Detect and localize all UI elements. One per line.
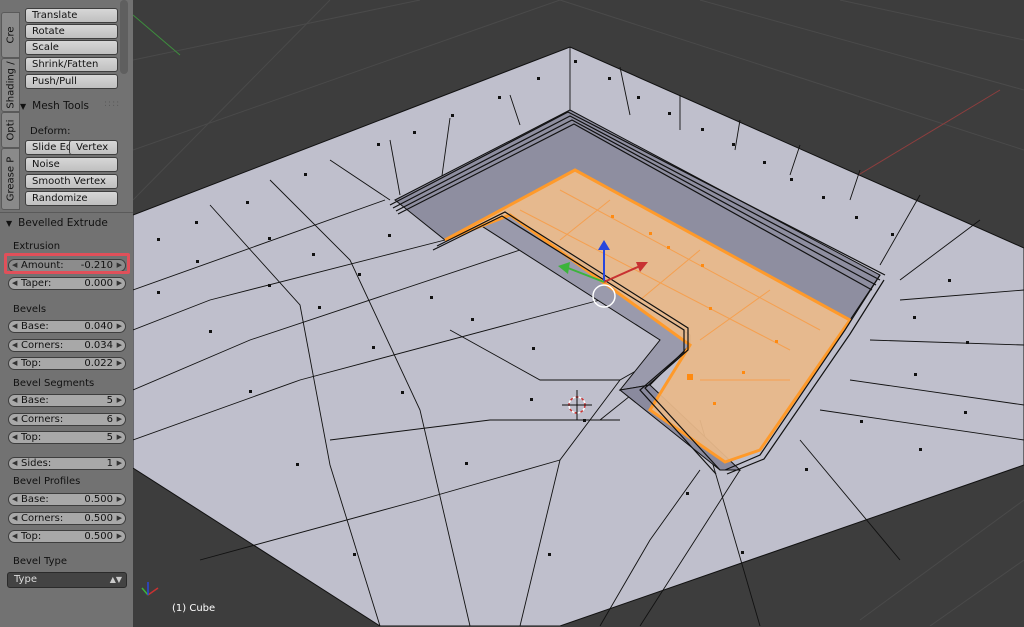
tab-create[interactable]: Cre — [1, 12, 20, 58]
taper-field[interactable]: ◀ Taper: 0.000 ▶ — [8, 277, 126, 290]
tab-options[interactable]: Opti — [1, 112, 20, 148]
vertex-slide-button[interactable]: Vertex — [69, 140, 118, 155]
decrement-arrow-icon[interactable]: ◀ — [12, 432, 17, 443]
bevel-base-label: Base: — [21, 321, 49, 332]
segments-top-label: Top: — [21, 432, 42, 443]
increment-arrow-icon[interactable]: ▶ — [117, 358, 122, 369]
decrement-arrow-icon[interactable]: ◀ — [12, 513, 17, 524]
tab-grease-pencil[interactable]: Grease P — [1, 148, 20, 210]
bevel-profiles-label: Bevel Profiles — [13, 476, 81, 487]
bevel-type-dropdown[interactable]: Type ▲▼ — [7, 572, 127, 588]
profile-top-field[interactable]: ◀ Top: 0.500 ▶ — [8, 530, 126, 543]
noise-button[interactable]: Noise — [25, 157, 118, 172]
profile-base-field[interactable]: ◀ Base: 0.500 ▶ — [8, 493, 126, 506]
profile-corners-field[interactable]: ◀ Corners: 0.500 ▶ — [8, 512, 126, 525]
decrement-arrow-icon[interactable]: ◀ — [12, 278, 17, 289]
3d-viewport[interactable] — [133, 0, 1024, 626]
collapse-triangle-icon: ▼ — [20, 102, 27, 111]
decrement-arrow-icon[interactable]: ◀ — [12, 395, 17, 406]
profile-base-label: Base: — [21, 494, 49, 505]
profile-base-value: 0.500 — [84, 494, 113, 505]
shrink-fatten-button[interactable]: Shrink/Fatten — [25, 57, 118, 72]
segments-top-field[interactable]: ◀ Top: 5 ▶ — [8, 431, 126, 444]
randomize-button[interactable]: Randomize — [25, 191, 118, 206]
deform-label: Deform: — [30, 126, 71, 137]
segments-corners-label: Corners: — [21, 414, 64, 425]
tool-tabs: Cre Shading / Opti Grease P — [0, 0, 20, 212]
segments-base-label: Base: — [21, 395, 49, 406]
increment-arrow-icon[interactable]: ▶ — [117, 513, 122, 524]
tool-shelf: Translate Rotate Scale Shrink/Fatten Pus… — [20, 0, 133, 212]
bevelled-extrude-title: Bevelled Extrude — [18, 217, 108, 229]
bevel-base-field[interactable]: ◀ Base: 0.040 ▶ — [8, 320, 126, 333]
tab-grease-label: Grease P — [5, 156, 16, 202]
bevel-corners-value: 0.034 — [84, 340, 113, 351]
rotate-button[interactable]: Rotate — [25, 24, 118, 39]
sides-field[interactable]: ◀ Sides: 1 ▶ — [8, 457, 126, 470]
bevel-type-label: Bevel Type — [13, 556, 68, 567]
segments-top-value: 5 — [106, 432, 113, 443]
profile-corners-value: 0.500 — [84, 513, 113, 524]
tool-shelf-scrollbar[interactable] — [120, 0, 128, 74]
sides-value: 1 — [106, 458, 113, 469]
smooth-vertex-button[interactable]: Smooth Vertex — [25, 174, 118, 189]
bevel-corners-field[interactable]: ◀ Corners: 0.034 ▶ — [8, 339, 126, 352]
bevel-type-value: Type — [14, 574, 37, 585]
bevel-segments-label: Bevel Segments — [13, 378, 95, 389]
bevel-base-value: 0.040 — [84, 321, 113, 332]
bevel-top-value: 0.022 — [84, 358, 113, 369]
segments-corners-field[interactable]: ◀ Corners: 6 ▶ — [8, 413, 126, 426]
decrement-arrow-icon[interactable]: ◀ — [12, 414, 17, 425]
segments-corners-value: 6 — [106, 414, 113, 425]
bevelled-extrude-header[interactable]: ▼ Bevelled Extrude — [6, 217, 108, 229]
decrement-arrow-icon[interactable]: ◀ — [12, 458, 17, 469]
push-pull-button[interactable]: Push/Pull — [25, 74, 118, 89]
increment-arrow-icon[interactable]: ▶ — [117, 494, 122, 505]
collapse-triangle-icon: ▼ — [6, 219, 13, 228]
increment-arrow-icon[interactable]: ▶ — [117, 321, 122, 332]
decrement-arrow-icon[interactable]: ◀ — [12, 340, 17, 351]
profile-top-label: Top: — [21, 531, 42, 542]
tab-shading[interactable]: Shading / — [1, 58, 20, 112]
mesh-tools-title: Mesh Tools — [32, 100, 90, 112]
tab-create-label: Cre — [5, 26, 16, 44]
segments-base-field[interactable]: ◀ Base: 5 ▶ — [8, 394, 126, 407]
profile-corners-label: Corners: — [21, 513, 64, 524]
operator-panel: ▼ Bevelled Extrude Extrusion ◀ Amount: -0.2… — [0, 212, 133, 627]
increment-arrow-icon[interactable]: ▶ — [117, 278, 122, 289]
translate-button[interactable]: Translate — [25, 8, 118, 23]
active-object-label: (1) Cube — [172, 603, 216, 614]
increment-arrow-icon[interactable]: ▶ — [117, 340, 122, 351]
profile-top-value: 0.500 — [84, 531, 113, 542]
increment-arrow-icon[interactable]: ▶ — [117, 531, 122, 542]
bevel-top-label: Top: — [21, 358, 42, 369]
decrement-arrow-icon[interactable]: ◀ — [12, 531, 17, 542]
increment-arrow-icon[interactable]: ▶ — [117, 414, 122, 425]
mesh-tools-header[interactable]: ▼ Mesh Tools — [20, 100, 89, 112]
taper-value: 0.000 — [84, 278, 113, 289]
scale-button[interactable]: Scale — [25, 40, 118, 55]
increment-arrow-icon[interactable]: ▶ — [117, 432, 122, 443]
decrement-arrow-icon[interactable]: ◀ — [12, 494, 17, 505]
segments-base-value: 5 — [106, 395, 113, 406]
drag-handle-icon[interactable]: :::: — [104, 99, 120, 109]
bevels-label: Bevels — [13, 304, 47, 315]
updown-arrows-icon: ▲▼ — [109, 575, 122, 584]
decrement-arrow-icon[interactable]: ◀ — [12, 321, 17, 332]
decrement-arrow-icon[interactable]: ◀ — [12, 358, 17, 369]
bevel-corners-label: Corners: — [21, 340, 64, 351]
increment-arrow-icon[interactable]: ▶ — [117, 458, 122, 469]
taper-label: Taper: — [21, 278, 52, 289]
increment-arrow-icon[interactable]: ▶ — [117, 395, 122, 406]
tab-shading-label: Shading / — [5, 61, 16, 109]
extrusion-label: Extrusion — [13, 241, 61, 252]
slide-edge-button[interactable]: Slide Ed — [25, 140, 73, 155]
sides-label: Sides: — [21, 458, 52, 469]
bevel-top-field[interactable]: ◀ Top: 0.022 ▶ — [8, 357, 126, 370]
amount-highlight-box — [4, 253, 130, 274]
tab-options-label: Opti — [5, 119, 16, 141]
